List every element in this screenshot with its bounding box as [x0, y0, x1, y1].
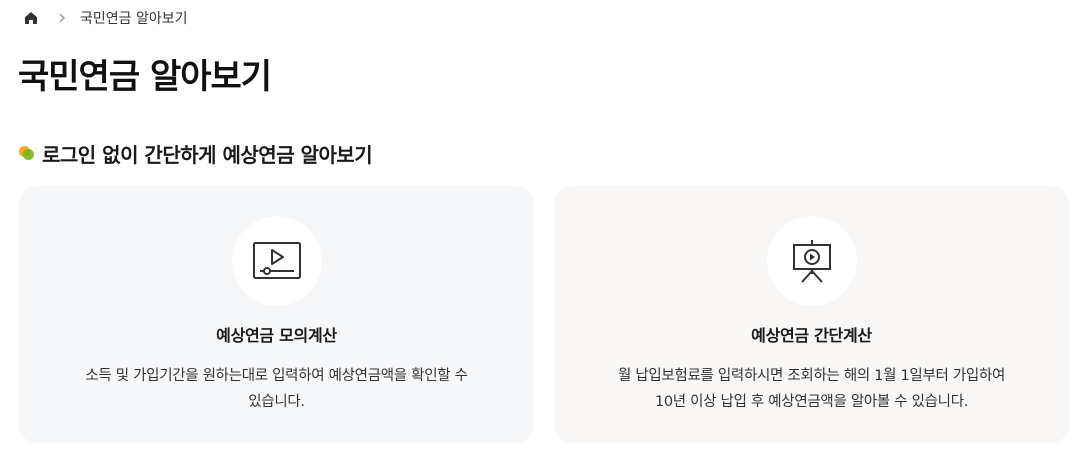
card-description: 소득 및 가입기간을 원하는대로 입력하여 예상연금액을 확인할 수 있습니다.	[49, 363, 504, 415]
card-title: 예상연금 간단계산	[751, 326, 872, 345]
mock-calculation-card[interactable]: 예상연금 모의계산 소득 및 가입기간을 원하는대로 입력하여 예상연금액을 확…	[19, 186, 534, 443]
breadcrumb: 국민연금 알아보기	[22, 6, 188, 30]
video-player-icon	[231, 216, 322, 306]
card-description-line: 있습니다.	[248, 394, 305, 410]
page-title: 국민연금 알아보기	[18, 57, 272, 97]
card-description: 월 납입보험료를 입력하시면 조회하는 해의 1월 1일부터 가입하여 10년 …	[584, 363, 1039, 415]
card-description-line: 10년 이상 납입 후 예상연금액을 알아볼 수 있습니다.	[654, 394, 969, 410]
chevron-right-icon	[58, 13, 66, 23]
simple-calculation-card[interactable]: 예상연금 간단계산 월 납입보험료를 입력하시면 조회하는 해의 1월 1일부터…	[554, 186, 1069, 443]
page: 국민연금 알아보기 국민연금 알아보기 로그인 없이 간단하게 예상연금 알아보…	[0, 0, 1082, 453]
presentation-play-icon	[766, 216, 857, 306]
section-heading-text: 로그인 없이 간단하게 예상연금 알아보기	[42, 142, 373, 167]
breadcrumb-current[interactable]: 국민연금 알아보기	[80, 8, 188, 28]
card-description-line: 소득 및 가입기간을 원하는대로 입력하여 예상연금액을 확인할 수	[85, 368, 468, 384]
section-bullet-icon	[18, 144, 36, 162]
section-heading: 로그인 없이 간단하게 예상연금 알아보기	[18, 140, 373, 167]
home-icon[interactable]	[22, 9, 40, 27]
card-description-line: 월 납입보험료를 입력하시면 조회하는 해의 1월 1일부터 가입하여	[617, 368, 1006, 384]
card-title: 예상연금 모의계산	[216, 326, 337, 345]
